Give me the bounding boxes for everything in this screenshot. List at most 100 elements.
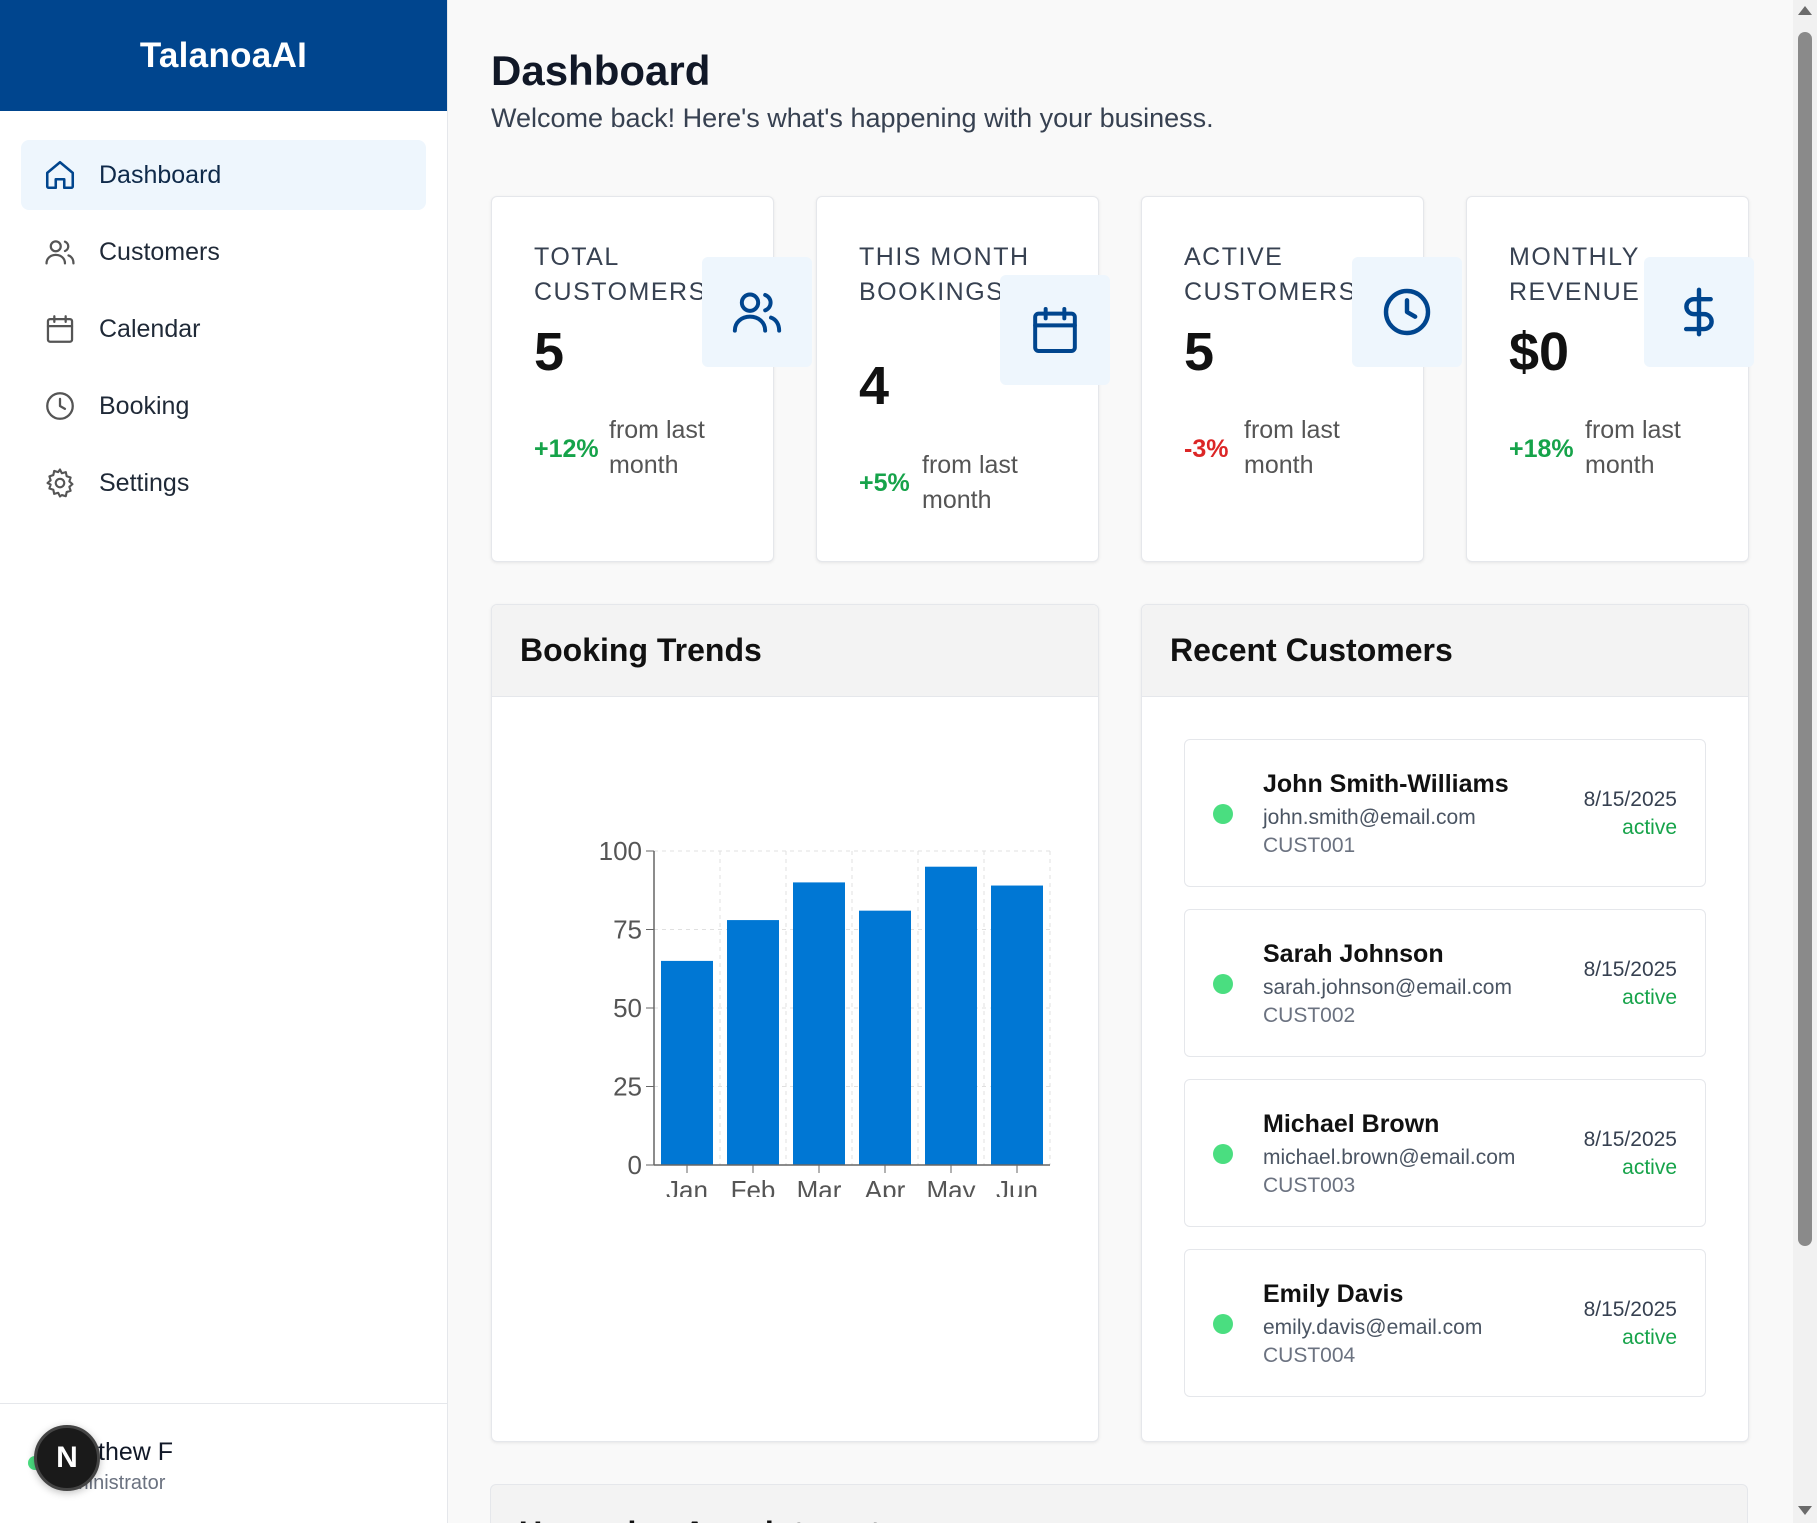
customer-id: CUST001 <box>1263 834 1356 857</box>
recent-customers-panel: Recent Customers John Smith-Williams joh… <box>1141 604 1749 1442</box>
chart-bar <box>727 920 779 1165</box>
sidebar-item-label: Calendar <box>99 314 201 343</box>
customer-email: emily.davis@email.com <box>1263 1316 1483 1339</box>
main-content: Dashboard Welcome back! Here's what's ha… <box>448 0 1793 1523</box>
chart-bar <box>661 960 713 1165</box>
y-tick-label: 100 <box>599 836 642 866</box>
customer-date: 8/15/2025 <box>1583 1298 1677 1321</box>
chart-bar <box>793 882 845 1165</box>
brand-logo[interactable]: TalanoaAI <box>0 0 447 111</box>
status-dot <box>1213 804 1233 824</box>
stat-note: from last month <box>1585 416 1681 479</box>
x-tick-label: May <box>926 1175 975 1197</box>
sidebar-item-dashboard[interactable]: Dashboard <box>21 140 426 210</box>
user-name: thew F <box>98 1438 174 1466</box>
x-tick-label: Jan <box>666 1175 708 1197</box>
y-tick-label: 75 <box>613 915 642 945</box>
stat-note: from last month <box>1244 416 1340 479</box>
x-tick-label: Jun <box>996 1175 1038 1197</box>
stat-value: $0 <box>1509 322 1570 382</box>
user-profile[interactable]: N thew F ministrator <box>0 1403 448 1523</box>
x-tick-label: Apr <box>865 1175 906 1197</box>
stat-card-month-bookings: THIS MONTH BOOKINGS 4 +5% from last mont… <box>816 196 1110 562</box>
sidebar-nav: Dashboard Customers Calendar Booking Set… <box>0 111 447 518</box>
calendar-icon <box>1000 275 1110 385</box>
sidebar: TalanoaAI Dashboard Customers Calendar B… <box>0 0 448 1523</box>
sidebar-item-label: Booking <box>99 391 190 420</box>
page-title: Dashboard <box>491 47 711 94</box>
customer-id: CUST004 <box>1263 1344 1356 1367</box>
stat-label: ACTIVE CUSTOMERS <box>1184 243 1357 306</box>
chart-bar <box>925 866 977 1165</box>
upcoming-appointments-panel: Upcoming Appointments <box>490 1484 1748 1523</box>
stat-change: -3% <box>1184 435 1229 463</box>
customer-date: 8/15/2025 <box>1583 788 1677 811</box>
stat-card-active-customers: ACTIVE CUSTOMERS 5 -3% from last month <box>1141 196 1462 562</box>
status-badge: active <box>1622 1156 1677 1179</box>
sidebar-item-label: Settings <box>99 468 190 497</box>
customer-id: CUST003 <box>1263 1174 1356 1197</box>
status-badge: active <box>1622 986 1677 1009</box>
clock-icon <box>43 389 77 423</box>
customer-date: 8/15/2025 <box>1583 958 1677 981</box>
customer-card[interactable]: Emily Davis emily.davis@email.com CUST00… <box>1184 1249 1706 1397</box>
status-dot <box>1213 974 1233 994</box>
scroll-down-arrow-icon[interactable] <box>1798 1506 1812 1515</box>
sidebar-item-label: Customers <box>99 237 220 266</box>
status-dot <box>1213 1314 1233 1334</box>
users-icon <box>43 235 77 269</box>
y-tick-label: 0 <box>628 1150 642 1180</box>
booking-trends-chart: 0 25 50 75 100 Jan Feb Mar Apr May Jun <box>492 697 1098 1205</box>
customer-name: John Smith-Williams <box>1263 770 1509 798</box>
dollar-icon <box>1644 257 1754 367</box>
customer-email: michael.brown@email.com <box>1263 1146 1516 1169</box>
customer-name: Sarah Johnson <box>1263 940 1444 968</box>
stat-value: 4 <box>859 356 890 416</box>
customer-name: Michael Brown <box>1263 1110 1440 1138</box>
sidebar-item-label: Dashboard <box>99 160 222 189</box>
bar-chart: 0 25 50 75 100 Jan Feb Mar Apr May Jun <box>599 836 1051 1205</box>
customer-id: CUST002 <box>1263 1004 1356 1027</box>
customer-card[interactable]: John Smith-Williams john.smith@email.com… <box>1184 739 1706 887</box>
customer-card[interactable]: Sarah Johnson sarah.johnson@email.com CU… <box>1184 909 1706 1057</box>
stat-value: 5 <box>1184 322 1215 382</box>
calendar-icon <box>43 312 77 346</box>
customer-email: sarah.johnson@email.com <box>1263 976 1512 999</box>
scroll-up-arrow-icon[interactable] <box>1798 6 1812 15</box>
panel-title: Booking Trends <box>492 605 1098 697</box>
sidebar-item-calendar[interactable]: Calendar <box>21 294 426 364</box>
scrollbar[interactable] <box>1793 0 1817 1523</box>
avatar[interactable]: N <box>34 1425 100 1491</box>
scrollbar-thumb[interactable] <box>1798 32 1812 1246</box>
customer-email: john.smith@email.com <box>1263 806 1476 829</box>
y-tick-label: 25 <box>613 1072 642 1102</box>
stat-change: +18% <box>1509 435 1574 463</box>
chart-bar <box>859 910 911 1165</box>
panel-title: Recent Customers <box>1142 605 1748 697</box>
x-tick-label: Feb <box>731 1175 776 1197</box>
stat-change: +5% <box>859 469 910 497</box>
status-dot <box>1213 1144 1233 1164</box>
page-subtitle: Welcome back! Here's what's happening wi… <box>491 103 1214 133</box>
clock-icon <box>1352 257 1462 367</box>
sidebar-item-settings[interactable]: Settings <box>21 448 426 518</box>
stat-label: TOTAL CUSTOMERS <box>534 243 707 306</box>
stat-note: from last month <box>609 416 705 479</box>
booking-trends-panel: Booking Trends 0 25 50 75 100 Jan Feb Mar Apr May… <box>491 604 1099 1442</box>
users-icon <box>702 257 812 367</box>
sidebar-item-customers[interactable]: Customers <box>21 217 426 287</box>
y-tick-label: 50 <box>613 993 642 1023</box>
chart-bar <box>991 885 1043 1165</box>
customer-card[interactable]: Michael Brown michael.brown@email.com CU… <box>1184 1079 1706 1227</box>
stat-change: +12% <box>534 435 599 463</box>
customer-name: Emily Davis <box>1263 1280 1404 1308</box>
customer-date: 8/15/2025 <box>1583 1128 1677 1151</box>
stat-note: from last month <box>922 451 1018 514</box>
x-tick-label: Mar <box>797 1175 842 1197</box>
sidebar-item-booking[interactable]: Booking <box>21 371 426 441</box>
status-badge: active <box>1622 1326 1677 1349</box>
gear-icon <box>43 466 77 500</box>
status-badge: active <box>1622 816 1677 839</box>
home-icon <box>43 158 77 192</box>
stat-card-total-customers: TOTAL CUSTOMERS 5 +12% from last month <box>491 196 812 562</box>
